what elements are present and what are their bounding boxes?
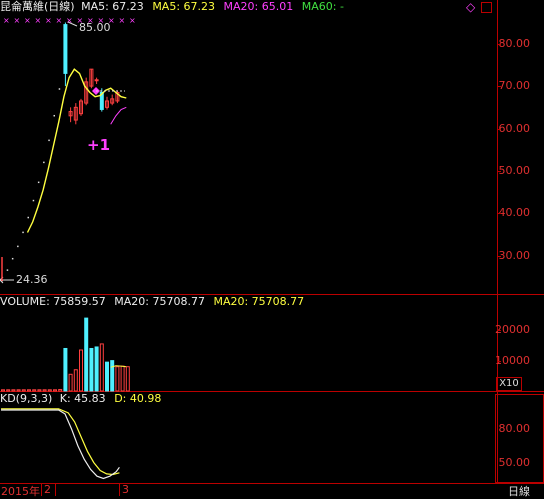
date-footer: 2015年 2 3 — [0, 483, 497, 498]
low-price-label: 24.36 — [16, 273, 48, 286]
volume-bar — [11, 389, 16, 392]
marker-x-icon: × — [45, 16, 52, 25]
marker-x-icon: × — [56, 16, 63, 25]
date-label-feb: 2 — [44, 483, 51, 496]
price-tick-mark — [497, 43, 501, 45]
volume-bar — [6, 389, 11, 392]
volume-bar — [99, 343, 104, 392]
kd-axis-box — [495, 394, 544, 483]
volume-bar — [125, 366, 130, 392]
candle-up — [94, 79, 99, 82]
volume-bar — [32, 389, 37, 392]
price-panel[interactable]: 昆侖萬維(日線) MA5: 67.23 MA5: 67.23 MA20: 65.… — [0, 0, 498, 295]
marker-x-icon: × — [119, 16, 126, 25]
signal-label: +1 — [87, 136, 111, 154]
price-dot — [48, 139, 50, 142]
price-tick-mark — [497, 213, 501, 215]
volume-bar — [79, 349, 83, 392]
volume-panel[interactable]: VOLUME: 75859.57 MA20: 75708.77 MA20: 75… — [0, 295, 498, 392]
price-tick-label: 40.00 — [498, 206, 531, 220]
volume-bar — [47, 389, 52, 392]
price-tick-mark — [497, 170, 501, 172]
date-divider — [119, 484, 120, 496]
price-tick-mark — [497, 86, 501, 88]
volume-bar — [21, 389, 26, 392]
price-dot — [58, 88, 61, 90]
volume-bar — [105, 361, 109, 392]
volume-bar — [16, 389, 21, 392]
d-line — [1, 408, 120, 476]
k-line — [1, 409, 120, 480]
price-tick-mark — [497, 128, 501, 130]
price-dot — [11, 257, 14, 260]
price-dot — [6, 269, 9, 271]
price-dot — [27, 216, 29, 219]
ma5-line — [26, 68, 127, 233]
date-divider — [41, 484, 42, 496]
marker-x-icon: × — [24, 16, 31, 25]
price-tick-mark — [497, 255, 501, 257]
maximize-icon[interactable] — [481, 2, 492, 13]
date-label-mar: 3 — [122, 483, 129, 496]
price-dot — [32, 199, 35, 202]
volume-bar — [120, 365, 125, 392]
price-tick-label: 80.00 — [498, 36, 531, 50]
marker-x-icon: × — [35, 16, 42, 25]
volume-bar — [94, 346, 99, 392]
price-tick-label: 30.00 — [498, 248, 531, 262]
volume-bar — [89, 347, 94, 392]
volume-chart[interactable] — [0, 295, 497, 392]
volume-tick-mark — [497, 360, 501, 362]
price-tick-label: 60.00 — [498, 121, 531, 135]
volume-bar — [37, 389, 42, 392]
volume-bar — [115, 366, 120, 392]
volume-bar — [53, 389, 57, 392]
volume-bar — [84, 317, 89, 392]
kd-panel[interactable]: KD(9,3,3) K: 45.83 D: 40.98 — [0, 392, 498, 484]
price-dot — [17, 245, 19, 248]
price-dot — [53, 114, 55, 117]
marker-x-icon: × — [3, 16, 10, 25]
high-price-label: 85.00 — [79, 21, 111, 34]
volume-bar — [73, 369, 78, 392]
volume-tick-mark — [497, 330, 501, 332]
price-dot — [37, 181, 40, 184]
marker-x-icon: × — [129, 16, 136, 25]
kd-chart[interactable] — [0, 392, 497, 483]
volume-bar — [68, 373, 73, 392]
volume-bar — [1, 389, 5, 392]
date-label-year: 2015年 — [1, 485, 40, 498]
period-button[interactable]: 日線 — [508, 483, 530, 499]
price-tick-label: 50.00 — [498, 163, 531, 177]
price-tick-label: 70.00 — [498, 79, 531, 93]
volume-bar — [110, 360, 115, 392]
volume-bar — [42, 389, 47, 392]
price-chart[interactable]: × × × × × × × × × × × × × — [0, 0, 497, 294]
price-dot — [22, 231, 24, 234]
volume-bar — [58, 388, 63, 392]
volume-bar — [63, 347, 68, 392]
date-divider — [55, 484, 56, 496]
price-dot — [43, 161, 45, 164]
ma20-line — [110, 106, 127, 125]
diamond-icon[interactable]: ◇ — [466, 0, 475, 14]
volume-unit-badge: X10 — [496, 377, 522, 391]
volume-bar — [27, 389, 31, 392]
marker-x-icon: × — [14, 16, 21, 25]
candle-down — [63, 24, 68, 74]
price-axis: ◇ 80.00 70.00 60.00 50.00 40.00 30.00 — [466, 0, 544, 295]
